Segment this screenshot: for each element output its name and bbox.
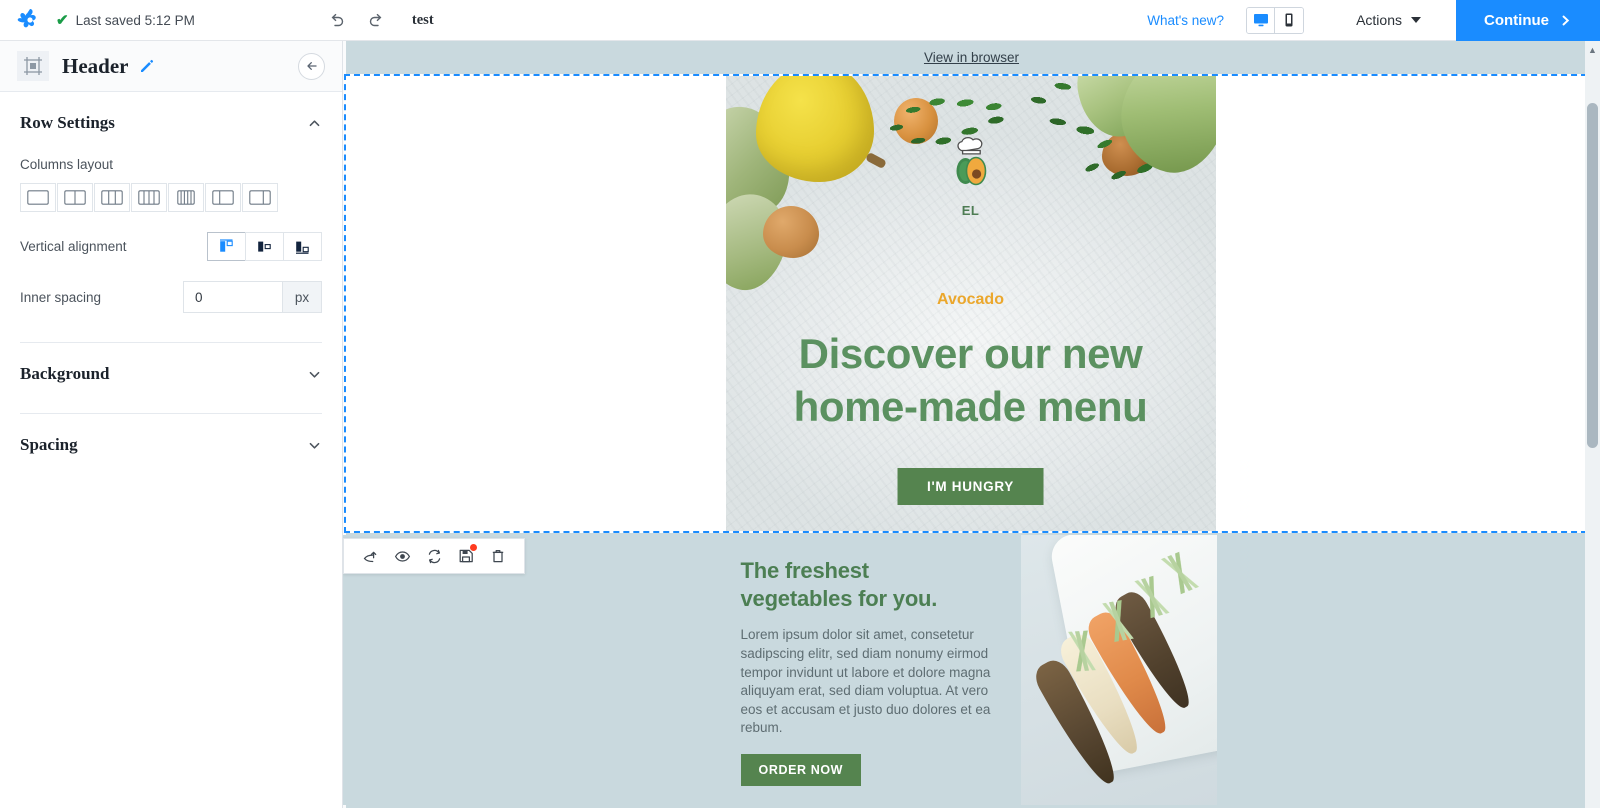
- section-title: Spacing: [20, 435, 78, 454]
- section-background[interactable]: Background: [20, 343, 322, 384]
- section-title: Background: [20, 364, 110, 383]
- inner-spacing-control: px: [183, 281, 322, 313]
- brand-logo-block: EL: [726, 134, 1216, 218]
- content-body-text[interactable]: Lorem ipsum dolor sit amet, consetetur s…: [741, 626, 1003, 738]
- continue-button[interactable]: Continue: [1456, 0, 1600, 41]
- vertical-alignment-label: Vertical alignment: [20, 239, 127, 254]
- column-option-two-columns-equal[interactable]: [57, 183, 93, 212]
- column-option-four-columns-equal[interactable]: [131, 183, 167, 212]
- eye-preview-icon[interactable]: [386, 539, 418, 573]
- chevron-down-icon: [307, 438, 322, 453]
- save-row-icon[interactable]: [450, 539, 482, 573]
- inner-spacing-label: Inner spacing: [20, 289, 102, 305]
- whats-new-link[interactable]: What's new?: [1147, 13, 1224, 28]
- last-saved-text: Last saved 5:12 PM: [75, 12, 195, 28]
- section-spacing[interactable]: Spacing: [20, 414, 322, 455]
- section-row-settings[interactable]: Row Settings: [20, 92, 322, 133]
- columns-layout-label: Columns layout: [20, 157, 114, 172]
- row-action-toolbar: [343, 538, 525, 574]
- email-canvas[interactable]: View in browser EL Avocado Discover our …: [343, 41, 1600, 808]
- scroll-up-arrow-icon[interactable]: ▲: [1585, 41, 1600, 58]
- hero-headline-line1: Discover our new: [798, 330, 1143, 377]
- column-option-three-columns-equal[interactable]: [94, 183, 130, 212]
- order-now-button[interactable]: ORDER NOW: [740, 754, 862, 787]
- view-in-browser-link[interactable]: View in browser: [924, 50, 1019, 65]
- scrollbar-thumb[interactable]: [1587, 103, 1598, 448]
- hero-headline-line2: home-made menu: [793, 382, 1148, 430]
- top-toolbar-right: What's new? Actions Continue: [1147, 0, 1600, 41]
- row-layout-icon: [17, 51, 49, 81]
- chevron-down-icon: [307, 367, 322, 382]
- undo-icon[interactable]: [327, 10, 347, 30]
- undo-redo-group: [327, 10, 386, 30]
- check-icon: ✔: [56, 11, 69, 29]
- sidebar-header: Header: [0, 41, 342, 92]
- unsaved-changes-badge: [470, 544, 477, 551]
- avocado-chef-logo: [949, 134, 993, 197]
- device-preview-toggle: [1246, 6, 1305, 34]
- content-row-vegetables[interactable]: The freshest vegetables for you. Lorem i…: [343, 535, 1600, 805]
- save-status: ✔ Last saved 5:12 PM: [56, 13, 195, 28]
- inner-spacing-field: Inner spacing px: [20, 281, 322, 313]
- carrots-on-plate-image[interactable]: [1020, 535, 1217, 805]
- document-title[interactable]: test: [412, 12, 434, 29]
- inner-spacing-unit[interactable]: px: [282, 282, 321, 312]
- page-title: Header: [62, 53, 129, 78]
- content-row-inner: The freshest vegetables for you. Lorem i…: [727, 535, 1217, 805]
- align-bottom-icon[interactable]: [283, 232, 322, 261]
- redo-icon[interactable]: [366, 10, 386, 30]
- content-title[interactable]: The freshest vegetables for you.: [741, 557, 1003, 613]
- column-option-two-columns-right-narrow[interactable]: [242, 183, 278, 212]
- section-title: Row Settings: [20, 113, 115, 132]
- move-row-icon[interactable]: [354, 539, 386, 573]
- delete-row-icon[interactable]: [482, 539, 514, 573]
- chevron-right-icon: [1562, 15, 1570, 25]
- content-title-line2: vegetables for you.: [740, 586, 938, 612]
- hero-headline[interactable]: Discover our new home-made menu: [750, 328, 1192, 434]
- column-option-two-columns-left-narrow[interactable]: [205, 183, 241, 212]
- hero-block[interactable]: EL Avocado Discover our new home-made me…: [725, 76, 1216, 531]
- align-top-icon[interactable]: [207, 232, 246, 261]
- vertical-alignment-field: Vertical alignment: [20, 232, 322, 261]
- sidebar-body: Row Settings Columns layout Vertical ali…: [0, 92, 342, 455]
- brand-name[interactable]: Avocado: [726, 291, 1216, 309]
- vertical-alignment-options: [207, 232, 322, 261]
- selected-row-header[interactable]: EL Avocado Discover our new home-made me…: [344, 74, 1597, 533]
- duplicate-row-icon[interactable]: [418, 539, 450, 573]
- mobile-icon[interactable]: [1275, 7, 1304, 33]
- content-title-line1: The freshest: [740, 558, 870, 583]
- chevron-up-icon: [307, 116, 322, 131]
- brand-logo[interactable]: [8, 7, 52, 33]
- brand-initials: EL: [961, 203, 980, 218]
- align-middle-icon[interactable]: [245, 232, 284, 261]
- column-option-five-columns-equal[interactable]: [168, 183, 204, 212]
- continue-label: Continue: [1484, 11, 1549, 29]
- inner-spacing-input[interactable]: [184, 282, 282, 312]
- actions-label: Actions: [1356, 12, 1402, 28]
- chevron-down-icon: [1411, 17, 1421, 23]
- columns-layout-options: [20, 183, 322, 212]
- settings-sidebar: Header Row Settings Columns layout Verti…: [0, 41, 343, 808]
- view-in-browser-bar: View in browser: [343, 41, 1600, 74]
- hero-cta-button[interactable]: I'M HUNGRY: [897, 468, 1044, 505]
- carrot-greens-decor: [1053, 629, 1110, 673]
- pencil-icon[interactable]: [139, 59, 154, 74]
- desktop-icon[interactable]: [1247, 7, 1276, 33]
- back-arrow-icon[interactable]: [298, 52, 325, 80]
- canvas-scrollbar[interactable]: ▲: [1585, 41, 1600, 808]
- column-option-one-column[interactable]: [20, 183, 56, 212]
- top-toolbar: ✔ Last saved 5:12 PM test What's new? Ac…: [0, 0, 1600, 41]
- content-text-column: The freshest vegetables for you. Lorem i…: [740, 557, 1003, 787]
- actions-menu-button[interactable]: Actions: [1356, 12, 1421, 28]
